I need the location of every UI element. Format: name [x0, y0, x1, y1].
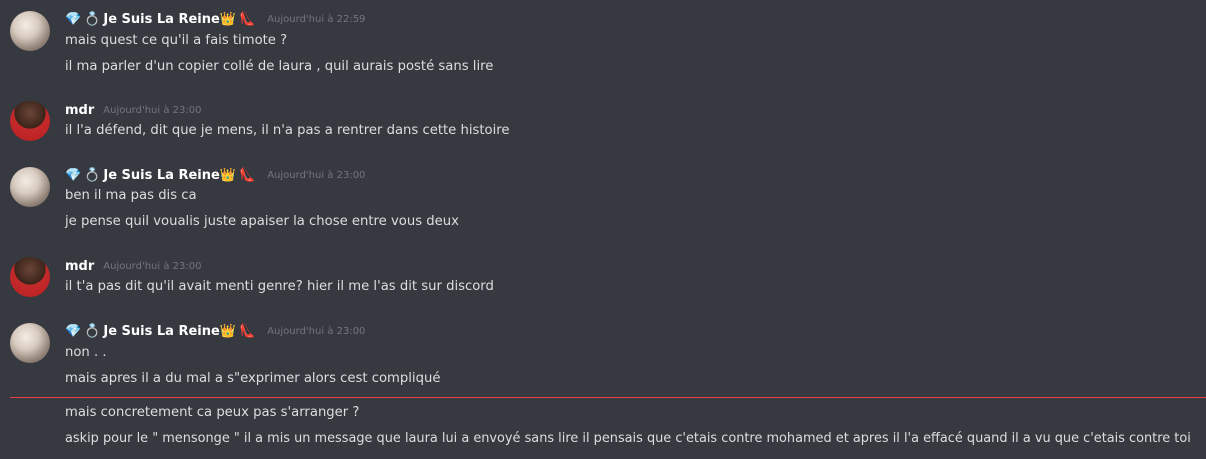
timestamp[interactable]: Aujourd'hui à 22:59: [267, 14, 365, 25]
new-messages-divider: [10, 397, 1206, 398]
username[interactable]: Je Suis La Reine: [103, 12, 219, 27]
message-text: mais apres il a du mal a s"exprimer alor…: [65, 371, 441, 386]
avatar[interactable]: [10, 323, 50, 363]
timestamp[interactable]: Aujourd'hui à 23:00: [267, 326, 365, 337]
avatar[interactable]: [10, 167, 50, 207]
gem-icon: 💎: [65, 323, 82, 339]
gem-icon: 💎: [65, 167, 82, 183]
message-text: askip pour le " mensonge " il a mis un m…: [65, 431, 1191, 446]
message-text: je pense quil voualis juste apaiser la c…: [65, 214, 459, 229]
username[interactable]: mdr: [65, 103, 94, 118]
message-text: mais quest ce qu'il a fais timote ?: [65, 33, 288, 48]
username[interactable]: Je Suis La Reine: [103, 168, 219, 183]
avatar[interactable]: [10, 257, 50, 297]
high-heel-icon: 👠: [239, 167, 256, 183]
ring-icon: 💍: [84, 167, 101, 183]
high-heel-icon: 👠: [239, 11, 256, 27]
timestamp[interactable]: Aujourd'hui à 23:00: [103, 105, 201, 116]
ring-icon: 💍: [84, 323, 101, 339]
message-text: mais concretement ca peux pas s'arranger…: [65, 405, 360, 420]
message-header: 💎 💍 Je Suis La Reine 👑 👠 Aujourd'hui à 2…: [65, 9, 365, 29]
ring-icon: 💍: [84, 11, 101, 27]
message-text: non . .: [65, 345, 107, 360]
message-header: 💎 💍 Je Suis La Reine 👑 👠 Aujourd'hui à 2…: [65, 165, 365, 185]
timestamp[interactable]: Aujourd'hui à 23:00: [267, 170, 365, 181]
gem-icon: 💎: [65, 11, 82, 27]
avatar[interactable]: [10, 101, 50, 141]
high-heel-icon: 👠: [239, 323, 256, 339]
crown-icon: 👑: [219, 11, 237, 27]
avatar[interactable]: [10, 11, 50, 51]
message-text: il ma parler d'un copier collé de laura …: [65, 59, 494, 74]
message-text: ben il ma pas dis ca: [65, 188, 197, 203]
message-text: il l'a défend, dit que je mens, il n'a p…: [65, 123, 510, 138]
crown-icon: 👑: [219, 323, 237, 339]
message-header: 💎 💍 Je Suis La Reine 👑 👠 Aujourd'hui à 2…: [65, 321, 365, 341]
crown-icon: 👑: [219, 167, 237, 183]
message-text: il t'a pas dit qu'il avait menti genre? …: [65, 279, 494, 294]
username[interactable]: Je Suis La Reine: [103, 324, 219, 339]
message-header: mdr Aujourd'hui à 23:00: [65, 256, 201, 276]
username[interactable]: mdr: [65, 259, 94, 274]
timestamp[interactable]: Aujourd'hui à 23:00: [103, 261, 201, 272]
message-header: mdr Aujourd'hui à 23:00: [65, 100, 201, 120]
